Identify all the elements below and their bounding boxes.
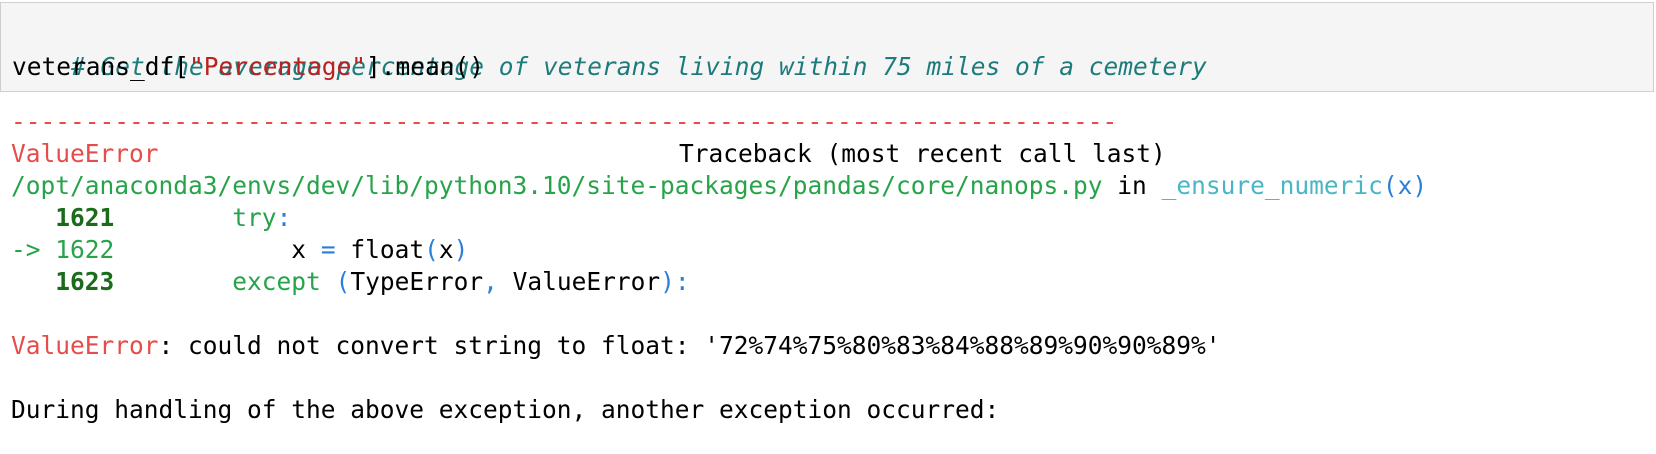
code-prefix: veterans_df[ <box>12 52 190 81</box>
code-comment-line: # Get the average percentage of veterans… <box>12 19 1207 81</box>
traceback-func-close: ) <box>1412 171 1428 200</box>
traceback-code-line-1622: -> 1622 x = float(x) <box>11 235 469 264</box>
traceback-error-name: ValueError <box>11 139 159 168</box>
code-line: veterans_df["Percentage"].mean() <box>12 51 484 83</box>
line-number: 1621 <box>55 203 115 232</box>
traceback-func-arg: x <box>1397 171 1413 200</box>
error-message-line: ValueError: could not convert string to … <box>11 330 1221 362</box>
line-number: 1623 <box>55 267 115 296</box>
traceback-in: in <box>1117 171 1147 200</box>
current-line-arrow: -> <box>11 235 56 264</box>
traceback-func-name: _ensure_numeric <box>1161 171 1383 200</box>
traceback-code-line-1623: 1623 except (TypeError, ValueError): <box>55 267 690 296</box>
error-message-name: ValueError <box>11 331 159 360</box>
traceback-file-line: /opt/anaconda3/envs/dev/lib/python3.10/s… <box>11 170 1427 202</box>
code-input-cell[interactable]: # Get the average percentage of veterans… <box>0 2 1654 92</box>
traceback-header-right: Traceback (most recent call last) <box>679 139 1166 168</box>
traceback-header: ValueError Traceback (most recent call la… <box>11 138 1166 170</box>
traceback-separator: ----------------------------------------… <box>11 107 1118 136</box>
traceback-func-open: ( <box>1382 171 1398 200</box>
traceback-file-path[interactable]: /opt/anaconda3/envs/dev/lib/python3.10/s… <box>11 171 1103 200</box>
code-string: "Percentage" <box>189 52 367 81</box>
keyword-except: except <box>232 267 321 296</box>
during-handling-text: During handling of the above exception, … <box>11 395 1000 424</box>
error-output: ----------------------------------------… <box>0 92 1656 454</box>
line-number: 1622 <box>55 235 115 264</box>
keyword-try: try <box>232 203 277 232</box>
code-suffix: ].mean() <box>366 52 485 81</box>
traceback-code-line-1621: 1621 try: <box>55 203 292 232</box>
error-message-text: : could not convert string to float: '72… <box>158 331 1221 360</box>
